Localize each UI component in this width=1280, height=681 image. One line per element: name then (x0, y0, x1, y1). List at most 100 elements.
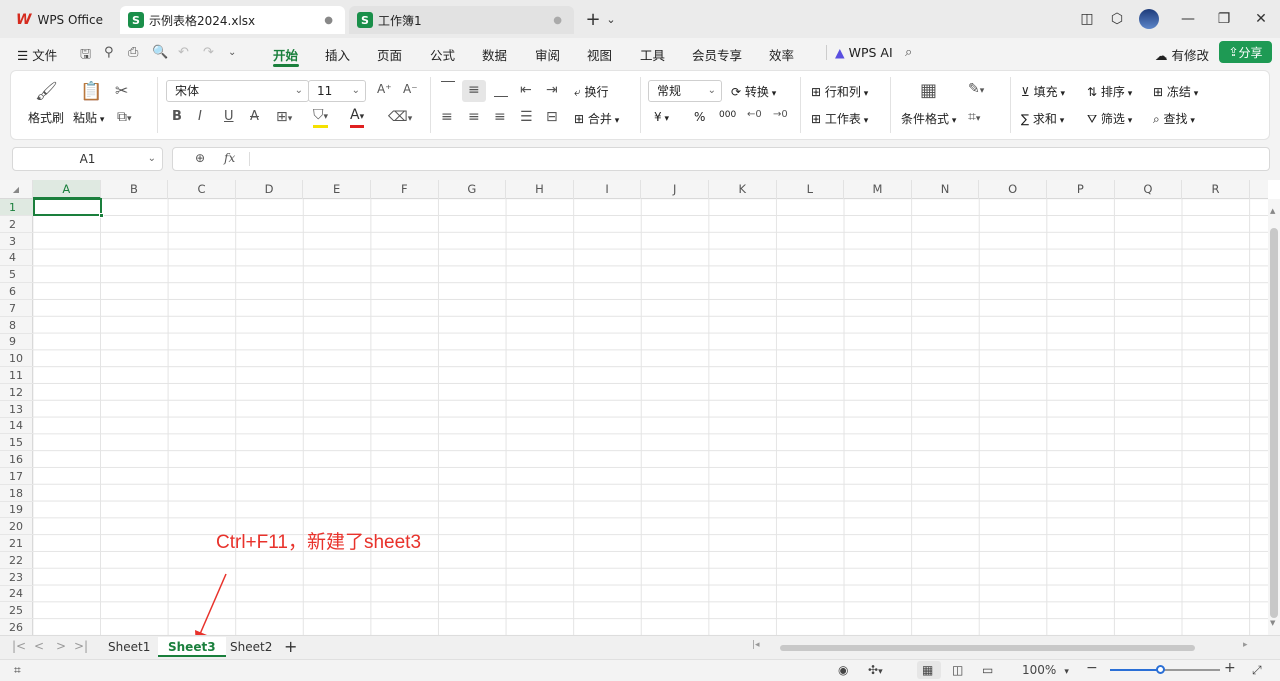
rows-cols-button[interactable]: ⊞ 行和列 ▾ (811, 83, 868, 100)
column-header[interactable]: G (439, 180, 507, 199)
row-header[interactable]: 3 (0, 233, 33, 250)
restore-icon[interactable]: ❐ (1213, 8, 1235, 30)
zoom-formula-icon[interactable]: ⊕ (195, 151, 205, 165)
column-header[interactable]: H (506, 180, 574, 199)
increase-font-icon[interactable]: A⁺ (377, 82, 392, 96)
worksheet-button[interactable]: ⊞ 工作表 ▾ (811, 110, 868, 127)
changes-button[interactable]: ☁ 有修改 (1155, 45, 1209, 64)
vertical-scroll-thumb[interactable] (1270, 228, 1278, 618)
add-sheet-button[interactable]: + (274, 637, 307, 657)
layout-icon[interactable]: ◫ (1076, 8, 1098, 30)
row-header[interactable]: 19 (0, 501, 33, 519)
align-middle-icon[interactable]: ≡ (468, 82, 480, 98)
fill-handle[interactable] (99, 213, 104, 218)
tab-page[interactable]: 页面 (377, 45, 402, 64)
row-header[interactable]: 21 (0, 535, 33, 552)
active-cell-a1[interactable] (33, 198, 102, 216)
first-sheet-icon[interactable]: |< (12, 639, 26, 653)
column-header[interactable]: K (709, 180, 777, 199)
row-header[interactable]: 1 (0, 199, 33, 216)
tab-insert[interactable]: 插入 (325, 45, 350, 64)
page-layout-view-icon[interactable]: ▭ (982, 663, 993, 677)
file-menu[interactable]: ☰ 文件 (17, 45, 57, 64)
quick-access-chevron-icon[interactable]: ⌄ (228, 47, 236, 58)
row-header[interactable]: 15 (0, 434, 33, 452)
horizontal-scroll-thumb[interactable] (780, 645, 1195, 651)
column-header[interactable]: Q (1115, 180, 1183, 199)
wps-home-tab[interactable]: W WPS Office (8, 6, 116, 34)
row-header[interactable]: 20 (0, 518, 33, 536)
distribute-icon[interactable]: ⊟ (546, 109, 558, 125)
align-top-icon[interactable]: ⎺ (441, 80, 455, 96)
tab-home[interactable]: 开始 (273, 45, 298, 64)
conditional-format-button[interactable]: 条件格式 ▾ (901, 110, 956, 127)
row-header[interactable]: 10 (0, 350, 33, 368)
column-header[interactable]: O (979, 180, 1047, 199)
fill-button[interactable]: ⊻ 填充 ▾ (1021, 83, 1065, 100)
column-header[interactable]: E (303, 180, 371, 199)
justify-icon[interactable]: ☰ (520, 109, 533, 125)
row-header[interactable]: 7 (0, 300, 33, 317)
page-break-view-icon[interactable]: ◫ (952, 663, 963, 677)
tab-view[interactable]: 视图 (587, 45, 612, 64)
last-sheet-icon[interactable]: >| (74, 639, 88, 653)
tab-data[interactable]: 数据 (482, 45, 507, 64)
print-icon[interactable]: ⎙ (128, 45, 138, 60)
freeze-button[interactable]: ⊞ 冻结 ▾ (1153, 83, 1198, 100)
row-header[interactable]: 24 (0, 585, 33, 603)
crop-icon[interactable]: ⌗▾ (968, 109, 980, 125)
macro-icon[interactable]: ⌗ (14, 663, 21, 678)
italic-icon[interactable]: I (198, 109, 202, 124)
thousands-button[interactable]: 000 (719, 110, 736, 120)
wps-ai-button[interactable]: ▲ WPS AI (826, 45, 893, 60)
fill-color-icon[interactable]: ⛉▾ (313, 107, 329, 128)
print-preview-icon[interactable]: 🔍 (152, 45, 168, 60)
zoom-slider-knob[interactable] (1156, 665, 1165, 674)
row-header[interactable]: 5 (0, 266, 33, 284)
decrease-decimal-icon[interactable]: →0 (773, 109, 788, 120)
fit-icon[interactable]: ✣▾ (868, 663, 883, 677)
row-header[interactable]: 25 (0, 602, 33, 620)
row-header[interactable]: 18 (0, 485, 33, 502)
wrap-text-button[interactable]: ⤶ 换行 (574, 83, 609, 100)
sheet-tab-sheet1[interactable]: Sheet1 (98, 637, 160, 657)
column-header[interactable]: B (101, 180, 169, 199)
fullscreen-icon[interactable]: ⤢ (1252, 663, 1262, 678)
column-header[interactable]: C (168, 180, 236, 199)
row-header[interactable]: 13 (0, 401, 33, 418)
increase-indent-icon[interactable]: ⇥ (546, 82, 558, 98)
increase-decimal-icon[interactable]: ←0 (747, 109, 762, 120)
prev-sheet-icon[interactable]: < (34, 639, 44, 653)
avatar[interactable] (1138, 8, 1160, 30)
tab-list-chevron-icon[interactable]: ⌄ (600, 8, 622, 30)
row-header[interactable]: 14 (0, 417, 33, 435)
column-header[interactable]: F (371, 180, 439, 199)
scroll-right-icon[interactable]: ▸ (1243, 640, 1248, 650)
clear-format-icon[interactable]: ⌫▾ (388, 109, 412, 125)
select-all-corner[interactable]: ◢ (0, 180, 33, 199)
font-color-icon[interactable]: A▾ (350, 107, 365, 128)
tab-formula[interactable]: 公式 (430, 45, 455, 64)
row-header[interactable]: 23 (0, 569, 33, 586)
row-header[interactable]: 16 (0, 451, 33, 468)
close-icon[interactable]: ✕ (1250, 8, 1272, 30)
bold-icon[interactable]: B (172, 109, 182, 124)
strikethrough-icon[interactable]: A (250, 109, 259, 124)
sort-button[interactable]: ⇅ 排序 ▾ (1087, 83, 1132, 100)
align-bottom-icon[interactable]: ⎽ (494, 82, 508, 98)
column-header[interactable]: M (844, 180, 912, 199)
row-header[interactable]: 4 (0, 249, 33, 267)
row-header[interactable]: 12 (0, 384, 33, 401)
tab-tools[interactable]: 工具 (640, 45, 665, 64)
name-box[interactable]: A1 ⌄ (12, 147, 163, 171)
undo-icon[interactable]: ↶ (178, 45, 189, 60)
row-header[interactable]: 6 (0, 283, 33, 300)
align-left-icon[interactable]: ≡ (441, 109, 453, 125)
row-header[interactable]: 8 (0, 317, 33, 334)
decrease-font-icon[interactable]: A⁻ (403, 82, 418, 96)
find-button[interactable]: ⌕ 查找 ▾ (1153, 110, 1195, 127)
share-button[interactable]: ⇪ 分享 (1219, 41, 1272, 63)
scroll-left-icon[interactable]: |◂ (752, 640, 760, 650)
convert-button[interactable]: ⟳ 转换 ▾ (731, 83, 776, 100)
column-header[interactable]: J (641, 180, 709, 199)
